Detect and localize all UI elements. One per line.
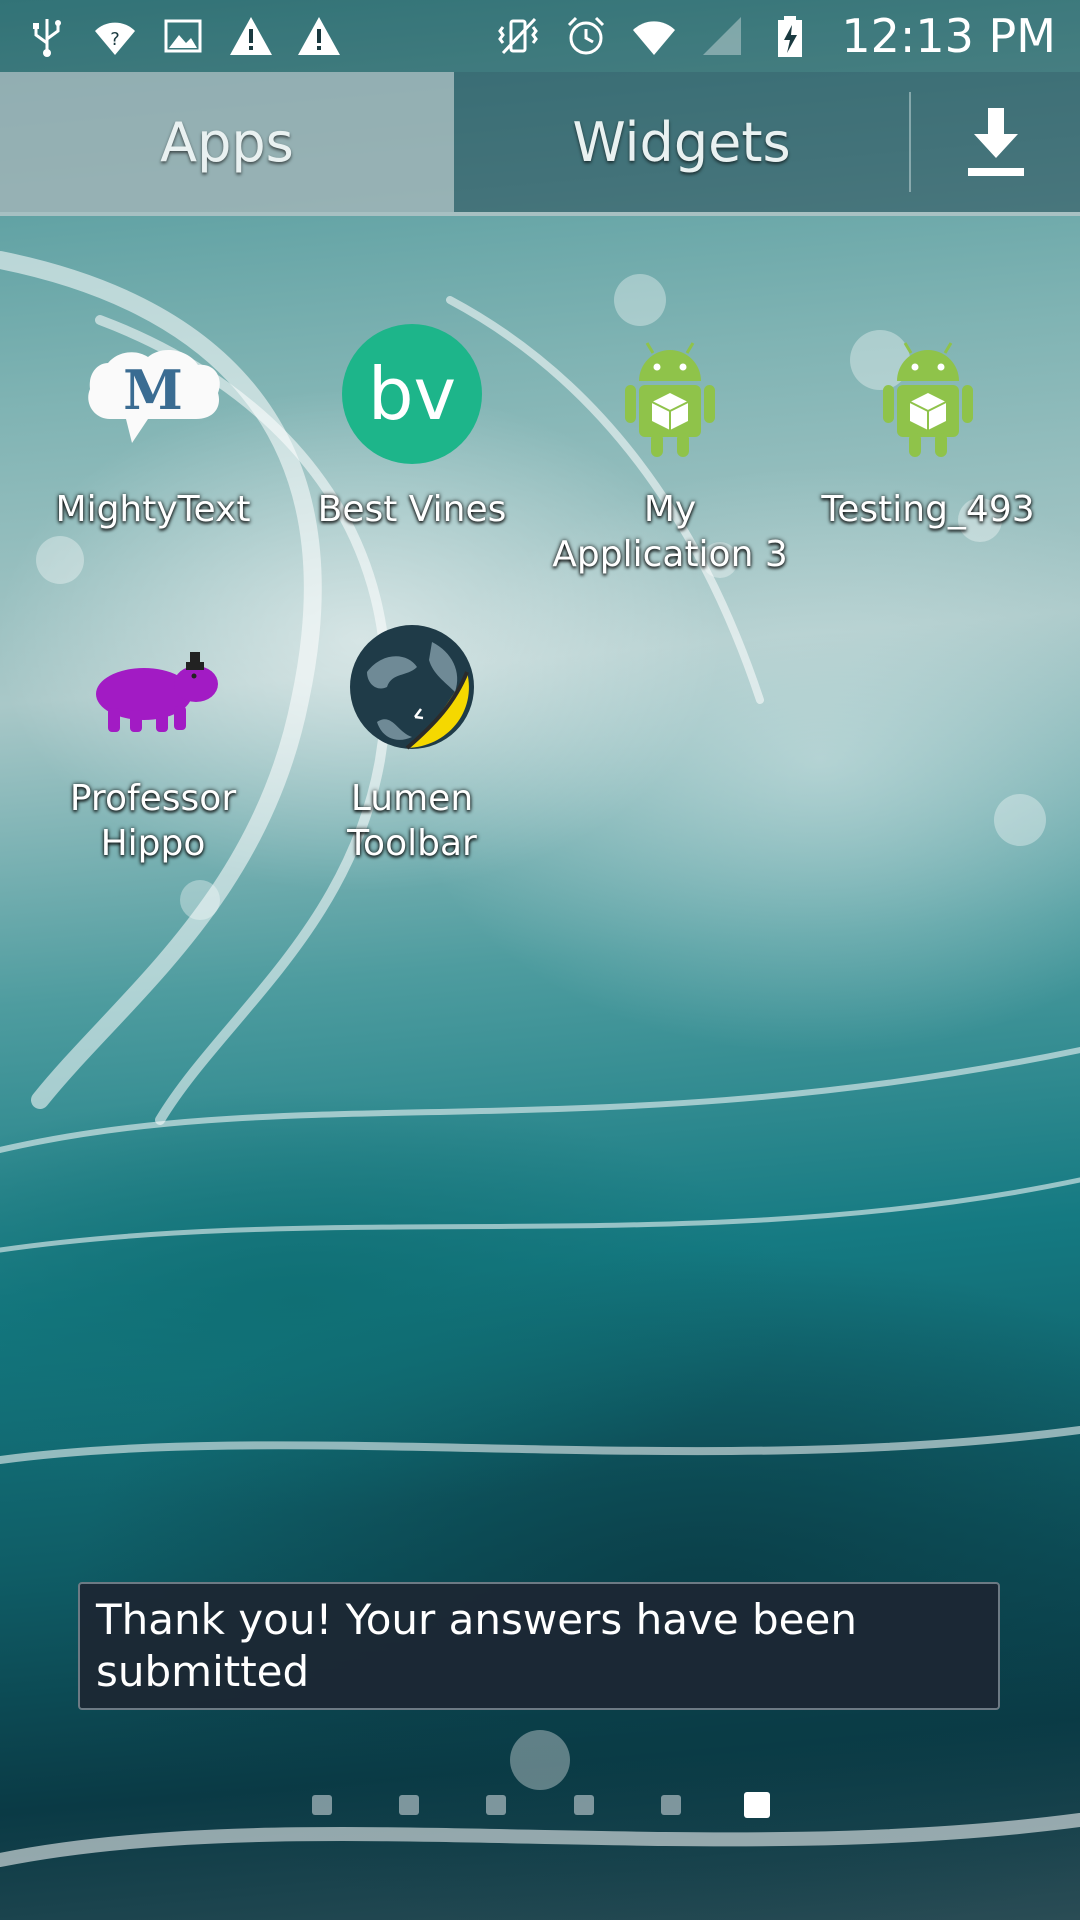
app-lumen-toolbar[interactable]: Lumen Toolbar <box>292 612 532 866</box>
lumen-toolbar-icon <box>337 612 487 762</box>
download-button[interactable] <box>911 72 1080 212</box>
tab-bar: Apps Widgets <box>0 72 1080 216</box>
app-label: My Application 3 <box>552 489 788 575</box>
warning-icon <box>296 13 342 59</box>
status-left-icons: ? <box>24 13 342 59</box>
app-my-application-3[interactable]: My Application 3 <box>550 323 790 577</box>
android-icon <box>595 323 745 473</box>
app-label: Best Vines <box>317 489 507 530</box>
page-dot[interactable] <box>399 1795 419 1815</box>
android-icon <box>853 323 1003 473</box>
app-mightytext[interactable]: M MightyText <box>33 323 273 532</box>
page-indicator <box>0 1792 1080 1822</box>
download-icon <box>967 108 1024 176</box>
usb-icon <box>24 13 70 59</box>
signal-icon <box>699 13 745 59</box>
page-dot-active[interactable] <box>744 1792 770 1818</box>
app-label: Testing_493 <box>821 489 1035 530</box>
app-testing-493[interactable]: Testing_493 <box>808 323 1048 532</box>
status-right-icons: 12:13 PM <box>495 9 1056 63</box>
app-professor-hippo[interactable]: Professor Hippo <box>33 612 273 866</box>
app-best-vines[interactable]: bv Best Vines <box>292 323 532 532</box>
status-bar: ? 12:13 PM <box>0 0 1080 72</box>
svg-text:M: M <box>123 358 183 422</box>
app-label: Professor Hippo <box>69 778 237 864</box>
best-vines-icon: bv <box>337 323 487 473</box>
page-dot[interactable] <box>486 1795 506 1815</box>
page-dot[interactable] <box>661 1795 681 1815</box>
toast-message: Thank you! Your answers have been submit… <box>78 1582 1000 1710</box>
image-icon <box>160 13 206 59</box>
page-dot[interactable] <box>312 1795 332 1815</box>
tab-widgets[interactable]: Widgets <box>454 72 909 212</box>
app-label: MightyText <box>55 489 251 530</box>
wifi-question-icon: ? <box>92 13 138 59</box>
mightytext-icon: M <box>78 323 228 473</box>
page-dot[interactable] <box>574 1795 594 1815</box>
svg-text:?: ? <box>110 29 120 50</box>
status-clock: 12:13 PM <box>841 9 1056 63</box>
svg-text:bv: bv <box>368 352 456 436</box>
alarm-icon <box>563 13 609 59</box>
app-label: Lumen Toolbar <box>347 778 477 864</box>
tab-apps[interactable]: Apps <box>0 72 454 212</box>
battery-charging-icon <box>767 13 813 59</box>
warning-icon <box>228 13 274 59</box>
wifi-icon <box>631 13 677 59</box>
hippo-icon <box>78 612 228 762</box>
mute-vibrate-icon <box>495 13 541 59</box>
